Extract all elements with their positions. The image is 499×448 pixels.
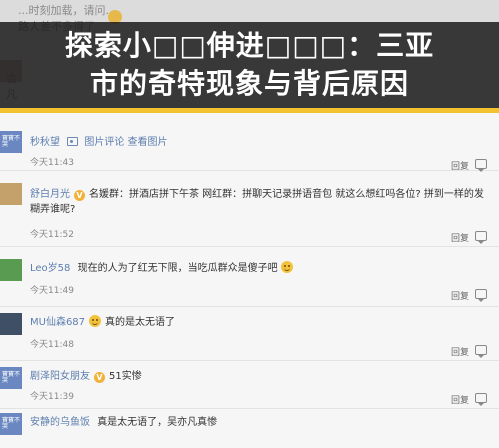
comment-bubble-icon[interactable] [475,159,487,172]
comment-item: 舒白月光 V 名媛群：拼酒店拼下午茶 网红群：拼聊天记录拼语音包 就这么想红吗各位?… [0,171,499,247]
headline-banner: 探索小□□伸进□□□：三亚 市的奇特现象与背后原因 [0,22,499,108]
reply-button[interactable]: 回复 [451,345,469,358]
reply-button[interactable]: 回复 [451,393,469,406]
comment-text: 51实惨 [109,371,142,382]
comment-content: 舒白月光 V 名媛群：拼酒店拼下午茶 网红群：拼聊天记录拼语音包 就这么想红吗各位?… [30,187,495,217]
comment-text: 真的是太无语了 [105,317,176,328]
comment-time: 今天11:52 [30,230,74,240]
reply-button[interactable]: 回复 [451,231,469,244]
headline-line-2: 市的奇特现象与背后原因 [89,67,409,100]
comment-item: 寶寶不哭 剧泽阳女朋友 V 51实惨 今天11:39 回复 [0,361,499,409]
avatar[interactable]: 寶寶不哭 [0,413,22,435]
comment-nickname[interactable]: Leo岁58 [30,263,70,274]
verified-badge-icon: V [94,372,105,383]
comment-bubble-icon[interactable] [475,231,487,244]
comment-time: 今天11:43 [30,158,74,168]
comment-text: 名媛群：拼酒店拼下午茶 网红群：拼聊天记录拼语音包 就这么想红吗各位? 拼到一样… [30,189,484,215]
comment-bubble-icon[interactable] [475,393,487,406]
comment-text: 现在的人为了红无下限，当吃瓜群众是傻子吧 [77,263,278,274]
comment-content: MU仙森687 真的是太无语了 [30,315,449,330]
comment-nickname[interactable]: 秒秋望 [30,137,60,148]
comment-time: 今天11:39 [30,392,74,402]
comment-time: 今天11:48 [30,340,74,350]
headline-line-1: 探索小□□伸进□□□：三亚 [64,29,435,62]
avatar[interactable] [0,313,22,335]
picture-icon [67,137,79,146]
comment-content: 秒秋望 图片评论 查看图片 [30,135,449,150]
verified-badge-icon: V [74,190,85,201]
comment-list: 寶寶不哭 秒秋望 图片评论 查看图片 今天11:43 回复 舒白月光 V 名媛群：拼… [0,113,499,448]
avatar[interactable]: 寶寶不哭 [0,131,22,153]
comment-item: 寶寶不哭 秒秋望 图片评论 查看图片 今天11:43 回复 [0,113,499,172]
comment-nickname[interactable]: MU仙森687 [30,317,85,328]
comment-content: 安静的乌鱼饭 真是太无语了，吴亦凡真惨 [30,415,449,430]
avatar[interactable] [0,259,22,281]
avatar[interactable] [0,183,22,205]
comment-item: MU仙森687 真的是太无语了 今天11:48 回复 [0,307,499,361]
comment-bubble-icon[interactable] [475,289,487,302]
smile-emoji-icon [89,315,102,327]
reply-button[interactable]: 回复 [451,289,469,302]
comment-nickname[interactable]: 安静的乌鱼饭 [30,417,90,428]
comment-text[interactable]: 图片评论 查看图片 [84,137,167,148]
laughing-emoji-icon [280,261,293,273]
comment-text: 真是太无语了，吴亦凡真惨 [97,417,218,428]
comment-bubble-icon[interactable] [475,345,487,358]
comment-content: Leo岁58 现在的人为了红无下限，当吃瓜群众是傻子吧 [30,261,449,276]
comment-item: Leo岁58 现在的人为了红无下限，当吃瓜群众是傻子吧 今天11:49 回复 [0,247,499,307]
comment-item: 寶寶不哭 安静的乌鱼饭 真是太无语了，吴亦凡真惨 [0,409,499,448]
comment-nickname[interactable]: 舒白月光 [30,189,70,200]
comment-nickname[interactable]: 剧泽阳女朋友 [30,371,90,382]
ghost-text: ...时刻加载，请问... [18,4,116,17]
comment-time: 今天11:49 [30,286,74,296]
comment-content: 剧泽阳女朋友 V 51实惨 [30,369,449,384]
avatar[interactable]: 寶寶不哭 [0,367,22,389]
